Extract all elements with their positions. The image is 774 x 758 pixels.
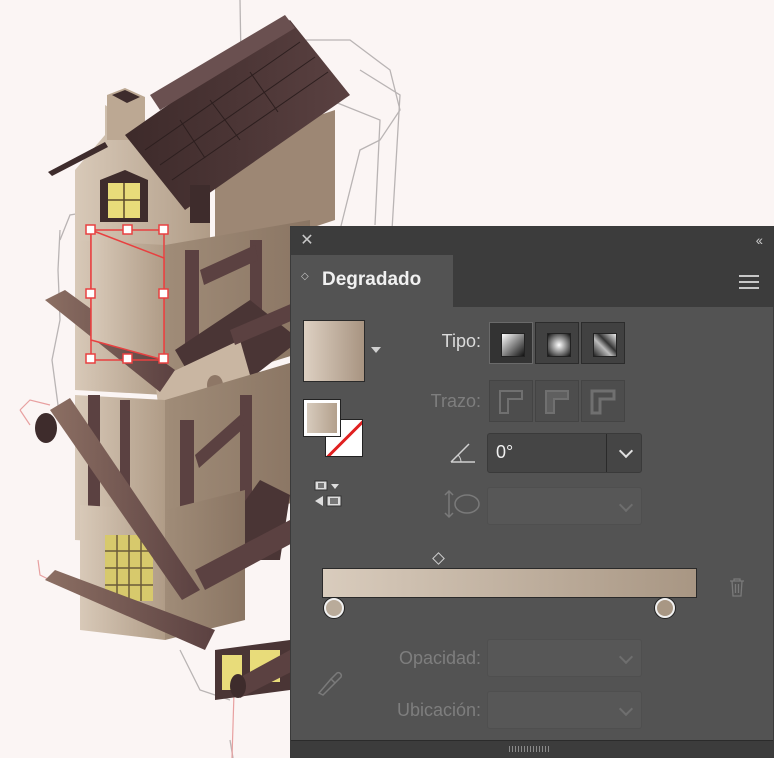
angle-value[interactable]: 0° — [496, 442, 513, 463]
type-label: Tipo: — [441, 331, 481, 351]
angle-icon — [450, 443, 475, 463]
freeform-gradient-icon — [593, 333, 617, 357]
stroke-within-button[interactable] — [489, 380, 533, 422]
gradient-stop-start[interactable] — [324, 598, 344, 618]
close-icon[interactable]: ✕ — [299, 233, 315, 249]
chevron-down-icon[interactable] — [618, 497, 634, 513]
panel-titlebar[interactable]: ✕ ‹‹ — [291, 227, 773, 256]
location-label: Ubicación: — [396, 700, 481, 720]
radial-gradient-icon — [547, 333, 571, 357]
gradient-slider[interactable] — [322, 568, 697, 598]
aspect-ratio-icon — [444, 489, 480, 519]
fill-swatch[interactable] — [303, 399, 341, 437]
aspect-ratio-select[interactable] — [487, 487, 642, 525]
freeform-gradient-button[interactable] — [581, 322, 625, 364]
stroke-across-icon — [590, 389, 616, 415]
hamburger-menu-icon[interactable] — [739, 275, 759, 289]
panel-tabstrip: ◇ Degradado — [291, 255, 773, 307]
radial-gradient-button[interactable] — [535, 322, 579, 364]
collapse-panel-icon[interactable]: ‹‹ — [756, 232, 763, 248]
gradient-midpoint-diamond[interactable] — [432, 552, 446, 565]
stroke-along-button[interactable] — [535, 380, 579, 422]
stroke-label: Trazo: — [430, 391, 481, 411]
reverse-gradient-icon[interactable] — [313, 479, 345, 509]
stroke-within-icon — [499, 390, 523, 414]
chevron-down-icon[interactable] — [618, 443, 634, 459]
chevron-down-icon[interactable] — [618, 649, 634, 665]
eyedropper-icon[interactable] — [315, 667, 343, 697]
tab-expand-icon[interactable]: ◇ — [301, 272, 309, 282]
resize-grip-icon[interactable] — [509, 746, 549, 752]
stroke-along-icon — [545, 390, 569, 414]
chevron-down-icon[interactable] — [618, 701, 634, 717]
dormer-window — [100, 170, 148, 222]
linear-gradient-icon — [501, 333, 525, 357]
gradient-stop-end[interactable] — [655, 598, 675, 618]
opacity-select[interactable] — [487, 639, 642, 677]
upper-window — [190, 185, 210, 223]
gradient-panel: ✕ ‹‹ ◇ Degradado Tipo: Trazo: 0° Opacida… — [290, 226, 774, 758]
angle-select[interactable]: 0° — [487, 433, 642, 473]
linear-gradient-button[interactable] — [489, 322, 533, 364]
gradient-swatch[interactable] — [303, 320, 365, 382]
tab-degradado[interactable]: ◇ Degradado — [291, 255, 453, 307]
stroke-across-button[interactable] — [581, 380, 625, 422]
tab-label: Degradado — [322, 269, 422, 290]
gradient-presets-dropdown-icon[interactable] — [371, 347, 381, 353]
location-select[interactable] — [487, 691, 642, 729]
panel-footer — [291, 740, 773, 757]
trash-icon[interactable] — [729, 577, 745, 597]
opacity-label: Opacidad: — [398, 648, 481, 668]
